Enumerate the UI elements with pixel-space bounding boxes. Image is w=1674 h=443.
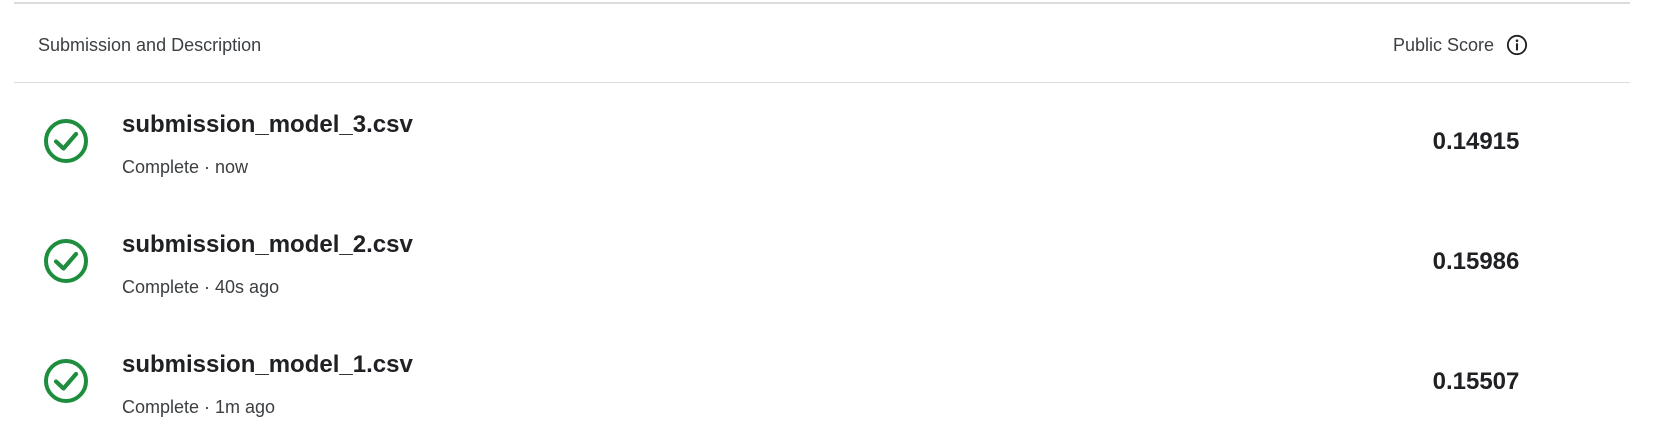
check-circle-icon xyxy=(42,117,90,165)
submission-file-name[interactable]: submission_model_2.csv xyxy=(122,231,413,259)
submission-description-header: Submission and Description xyxy=(38,35,262,55)
submission-row[interactable]: submission_model_1.csv Complete · 1m ago… xyxy=(14,323,1630,443)
submission-file-name[interactable]: submission_model_1.csv xyxy=(122,351,413,379)
submission-row[interactable]: submission_model_3.csv Complete · now 0.… xyxy=(14,83,1630,203)
table-header: Submission and Description Public Score xyxy=(14,4,1630,83)
submission-status: Complete · 40s ago xyxy=(122,277,280,297)
submission-row[interactable]: submission_model_2.csv Complete · 40s ag… xyxy=(14,203,1630,323)
public-score-value: 0.15507 xyxy=(1432,368,1520,395)
public-score-label: Public Score xyxy=(1392,34,1494,55)
submission-status: Complete · 1m ago xyxy=(122,397,276,417)
check-circle-icon xyxy=(42,237,90,285)
check-circle-icon xyxy=(42,357,90,405)
submission-status: Complete · now xyxy=(122,157,249,177)
submissions-table: Submission and Description Public Score … xyxy=(14,0,1630,443)
public-score-header: Public Score xyxy=(1393,34,1528,56)
submission-file-name[interactable]: submission_model_3.csv xyxy=(122,111,413,139)
info-icon[interactable] xyxy=(1506,34,1528,56)
public-score-value: 0.15986 xyxy=(1432,248,1520,275)
public-score-value: 0.14915 xyxy=(1432,128,1520,155)
